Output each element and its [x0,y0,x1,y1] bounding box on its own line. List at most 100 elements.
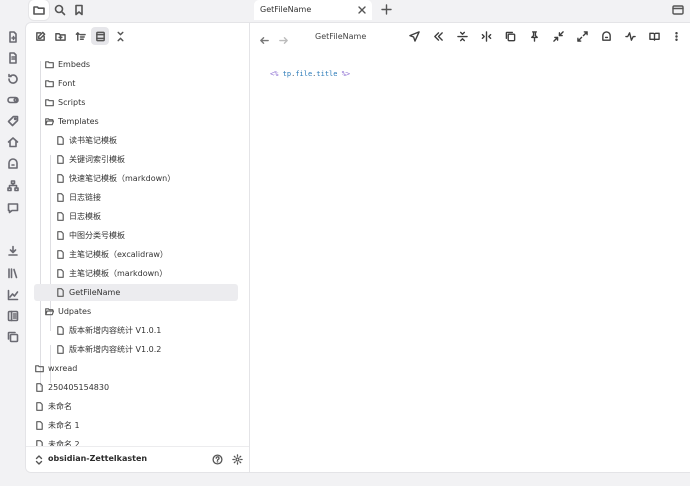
file-label: 主笔记模板（excalidraw） [69,250,168,259]
send-button[interactable] [408,30,420,42]
file-icon [35,402,44,411]
indent-guide [40,61,41,387]
file-tree: Embeds Font Scripts Templates 读书笔记模板 关键词… [26,49,249,449]
file-item[interactable]: 快速笔记模板（markdown） [56,170,236,187]
fold-horizontal-button[interactable] [480,30,492,42]
file-item[interactable]: 中图分类号模板 [56,227,236,244]
search-tab[interactable] [50,0,70,20]
archive-button[interactable] [600,30,612,42]
file-item[interactable]: 日志链接 [56,189,236,206]
template-open-tag: <% [270,70,279,78]
new-note-button[interactable] [31,27,49,45]
folder-item[interactable]: wxread [35,360,235,377]
pin-button[interactable] [528,30,540,42]
activity-button[interactable] [624,30,636,42]
new-note-icon[interactable] [5,29,20,44]
archive-icon[interactable] [5,156,20,171]
library-icon[interactable] [5,265,20,280]
more-vertical-icon [674,31,678,41]
file-label: 日志模板 [69,212,101,221]
graph-view-icon[interactable] [5,50,20,65]
tag-icon[interactable] [5,113,20,128]
file-icon [56,269,65,278]
collapse-icon [116,31,124,41]
sort-button[interactable] [71,27,89,45]
file-item-selected[interactable]: GetFileName [34,284,238,301]
folder-label: Udpates [58,307,92,316]
vault-switcher[interactable]: obsidian-Zettelkasten [26,446,249,472]
file-icon [35,421,44,430]
folder-label: Scripts [58,98,86,107]
file-item[interactable]: 版本新增内容统计 V1.0.1 [56,322,236,339]
file-item[interactable]: 未命名 [35,398,235,415]
file-item[interactable]: 日志模板 [56,208,236,225]
folder-label: Embeds [58,60,91,69]
ribbon [0,0,25,486]
editor-pane: GetFileName <% tp.file.title %> [250,22,690,473]
file-label: 未命名 1 [48,421,80,430]
vault-name: obsidian-Zettelkasten [48,454,148,463]
sitemap-icon[interactable] [5,178,20,193]
auto-reveal-button[interactable] [91,27,109,45]
help-button[interactable] [211,453,224,466]
file-icon [56,136,65,145]
view-title[interactable]: GetFileName [315,32,366,41]
file-item[interactable]: 关键词索引模板 [56,151,236,168]
download-icon[interactable] [5,243,20,258]
help-icon [212,454,223,465]
editor-content[interactable]: <% tp.file.title %> [270,70,350,78]
tab-title: GetFileName [260,5,312,14]
file-label: 主笔记模板（markdown） [69,269,168,278]
send-icon [408,30,420,42]
close-icon[interactable] [358,6,366,14]
folder-plus-icon [54,32,66,41]
folder-icon [33,6,45,15]
folder-item[interactable]: Embeds [45,56,235,73]
fold-button[interactable] [456,30,468,42]
collapse-left-button[interactable] [432,30,444,42]
folder-item[interactable]: Font [45,75,235,92]
expand-button[interactable] [576,30,588,42]
back-button[interactable] [259,31,270,44]
file-item[interactable]: 未命名 1 [35,417,235,434]
toggle-icon[interactable] [5,92,20,107]
folder-item[interactable]: Scripts [45,94,235,111]
file-icon [56,174,65,183]
file-item[interactable]: 版本新增内容统计 V1.0.2 [56,341,236,358]
settings-button[interactable] [231,453,244,466]
new-folder-button[interactable] [51,27,69,45]
book-open-icon [648,32,660,41]
sort-icon [75,31,86,41]
forward-button[interactable] [278,31,289,44]
reading-view-button[interactable] [648,30,660,42]
bookmarks-tab[interactable] [69,0,89,20]
folder-label: Font [58,79,76,88]
files-tab[interactable] [29,0,49,20]
collapse-all-button[interactable] [111,27,129,45]
file-item[interactable]: 250405154830 [35,379,235,396]
chart-icon[interactable] [5,287,20,302]
comment-icon[interactable] [5,200,20,215]
more-options-button[interactable] [670,30,682,42]
file-label: 关键词索引模板 [69,155,125,164]
history-icon[interactable] [5,71,20,86]
copy-button[interactable] [504,30,516,42]
copy-icon[interactable] [5,329,20,344]
folder-icon [45,98,54,107]
reveal-icon [95,31,105,41]
shrink-button[interactable] [552,30,564,42]
layout-icon[interactable] [5,308,20,323]
archive-icon [601,30,611,41]
gear-icon [232,454,243,465]
new-tab-icon[interactable] [381,4,392,15]
file-item[interactable]: 主笔记模板（markdown） [56,265,236,282]
home-icon[interactable] [5,134,20,149]
file-item[interactable]: 读书笔记模板 [56,132,236,149]
file-item[interactable]: 主笔记模板（excalidraw） [56,246,236,263]
tab-getfilename[interactable]: GetFileName [254,0,372,20]
folder-item[interactable]: Templates [45,113,235,130]
edit-icon [35,31,45,41]
file-explorer-actions [26,23,249,49]
tab-list-icon[interactable] [672,4,684,16]
folder-item[interactable]: Udpates [45,303,235,320]
